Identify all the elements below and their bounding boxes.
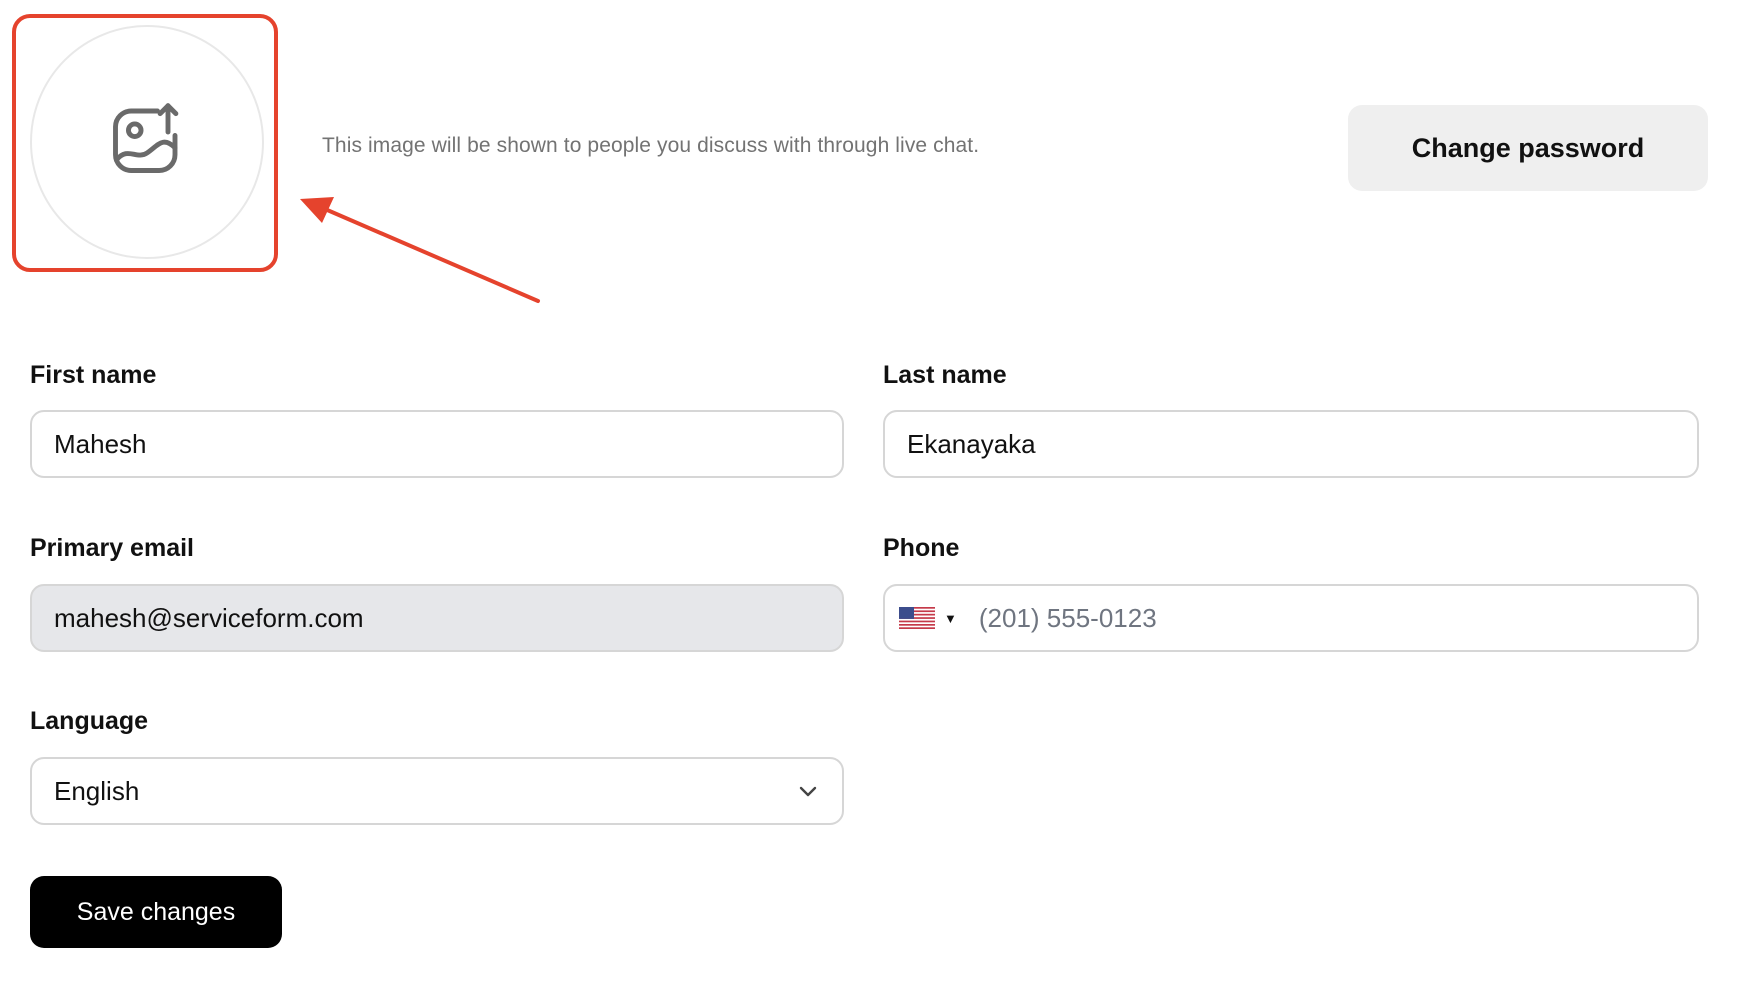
chevron-down-icon (799, 786, 817, 797)
caret-down-icon: ▼ (944, 610, 957, 626)
primary-email-label: Primary email (30, 534, 194, 562)
primary-email-input (32, 586, 842, 650)
us-flag-icon (899, 607, 935, 629)
avatar-hint-text: This image will be shown to people you d… (322, 134, 980, 157)
language-label: Language (30, 707, 149, 735)
primary-email-field-wrapper (30, 584, 844, 652)
first-name-input[interactable] (32, 412, 842, 476)
arrow-annotation (300, 197, 540, 303)
avatar-upload[interactable] (30, 25, 264, 259)
language-select[interactable]: English (30, 757, 844, 825)
last-name-input[interactable] (885, 412, 1697, 476)
save-changes-button[interactable]: Save changes (30, 876, 282, 948)
profile-settings-page: This image will be shown to people you d… (0, 0, 1746, 1006)
last-name-label: Last name (883, 361, 1007, 389)
phone-field-wrapper: ▼ (883, 584, 1699, 652)
first-name-field-wrapper (30, 410, 844, 478)
change-password-button[interactable]: Change password (1348, 105, 1708, 191)
last-name-field-wrapper (883, 410, 1699, 478)
country-code-select[interactable]: ▼ (885, 586, 967, 650)
phone-input[interactable] (966, 586, 1697, 650)
language-selected-value: English (54, 775, 140, 806)
phone-label: Phone (883, 534, 960, 562)
image-upload-icon (113, 103, 179, 173)
first-name-label: First name (30, 361, 157, 389)
